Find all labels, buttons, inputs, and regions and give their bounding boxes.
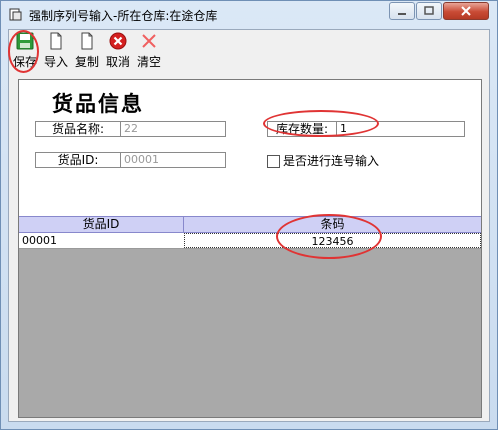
copy-button[interactable]: 复制 (73, 32, 101, 72)
maximize-button[interactable] (416, 2, 442, 20)
item-info-form: 货品信息 货品名称: 22 库存数量: 1 货品ID: 00001 是否进行连号… (19, 80, 481, 216)
document-icon (81, 32, 93, 50)
toolbar: 保存 导入 复制 取消 清空 (9, 30, 489, 74)
save-label: 保存 (12, 55, 37, 69)
minimize-icon (398, 13, 406, 15)
client-area: 保存 导入 复制 取消 清空 货品信息 货品名称: 22 库存数量: 1 货品I… (8, 29, 490, 422)
serial-input-checkbox[interactable] (267, 155, 280, 168)
window-title: 强制序列号输入-所在仓库:在途仓库 (29, 9, 218, 23)
clear-button[interactable]: 清空 (135, 32, 163, 72)
column-header-barcode[interactable]: 条码 (184, 217, 481, 232)
stock-qty-label: 库存数量: (268, 122, 337, 136)
cell-item-id[interactable]: 00001 (22, 233, 182, 248)
serial-input-label[interactable]: 是否进行连号输入 (283, 152, 379, 169)
clear-icon (142, 34, 156, 48)
item-id-label: 货品ID: (36, 153, 121, 167)
item-name-value[interactable]: 22 (121, 122, 138, 136)
save-button[interactable]: 保存 (11, 32, 39, 72)
document-icon (50, 32, 62, 50)
cell-barcode[interactable]: 123456 (184, 233, 481, 248)
column-header-item-id[interactable]: 货品ID (19, 217, 184, 232)
stock-qty-input[interactable]: 1 (337, 122, 347, 136)
save-icon (16, 32, 34, 50)
item-name-field: 货品名称: 22 (35, 121, 226, 137)
close-button[interactable] (443, 2, 489, 20)
cancel-icon (109, 32, 127, 50)
close-icon (461, 6, 471, 16)
clear-label: 清空 (136, 55, 161, 69)
import-button[interactable]: 导入 (42, 32, 70, 72)
page-title: 货品信息 (52, 92, 144, 116)
copy-label: 复制 (74, 55, 99, 69)
cancel-button[interactable]: 取消 (104, 32, 132, 72)
item-name-label: 货品名称: (36, 122, 121, 136)
app-window: 强制序列号输入-所在仓库:在途仓库 保存 导入 复制 取消 清空 货品信息 货品… (0, 0, 498, 430)
import-label: 导入 (43, 55, 68, 69)
stock-qty-field: 库存数量: 1 (267, 121, 465, 137)
app-icon (9, 8, 22, 21)
item-id-value[interactable]: 00001 (121, 153, 159, 167)
main-panel: 货品信息 货品名称: 22 库存数量: 1 货品ID: 00001 是否进行连号… (18, 79, 482, 418)
grid-header: 货品ID 条码 (19, 216, 481, 233)
minimize-button[interactable] (389, 2, 415, 20)
title-bar[interactable]: 强制序列号输入-所在仓库:在途仓库 (1, 1, 497, 29)
cancel-label: 取消 (105, 55, 130, 69)
table-row[interactable]: 00001 123456 (19, 233, 481, 249)
maximize-icon (424, 6, 434, 15)
item-id-field: 货品ID: 00001 (35, 152, 226, 168)
